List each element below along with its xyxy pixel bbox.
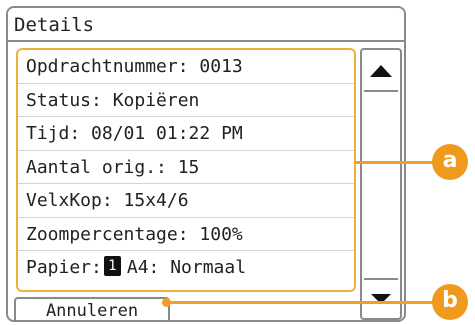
detail-row-status: Status: Kopiëren: [18, 84, 354, 117]
detail-row-time: Tijd: 08/01 01:22 PM: [18, 117, 354, 151]
cancel-button[interactable]: Annuleren: [14, 297, 170, 320]
detail-row-sheets-copies: VelxKop: 15x4/6: [18, 184, 354, 218]
detail-row-job-number: Opdrachtnummer: 0013: [18, 50, 354, 84]
paper-label: Papier:: [26, 257, 102, 278]
callout-a-line: [354, 161, 434, 164]
scroll-up-button[interactable]: [364, 52, 398, 92]
callout-b-badge: b: [432, 284, 468, 320]
details-list[interactable]: Opdrachtnummer: 0013 Status: Kopiëren Ti…: [16, 48, 356, 292]
paper-source-icon: 1: [103, 256, 121, 276]
screen-title: Details: [8, 8, 404, 42]
details-screen: Details Opdrachtnummer: 0013 Status: Kop…: [6, 6, 406, 322]
callout-a-badge: a: [432, 144, 468, 180]
scroll-down-button[interactable]: [364, 278, 398, 318]
detail-row-paper: Papier: 1 A4: Normaal: [18, 251, 354, 285]
detail-row-zoom: Zoompercentage: 100%: [18, 218, 354, 251]
paper-value: A4: Normaal: [126, 257, 247, 278]
scrollbar[interactable]: [360, 48, 402, 320]
triangle-up-icon: [370, 65, 392, 77]
callout-b-line: [166, 301, 434, 304]
detail-row-originals: Aantal orig.: 15: [18, 151, 354, 184]
